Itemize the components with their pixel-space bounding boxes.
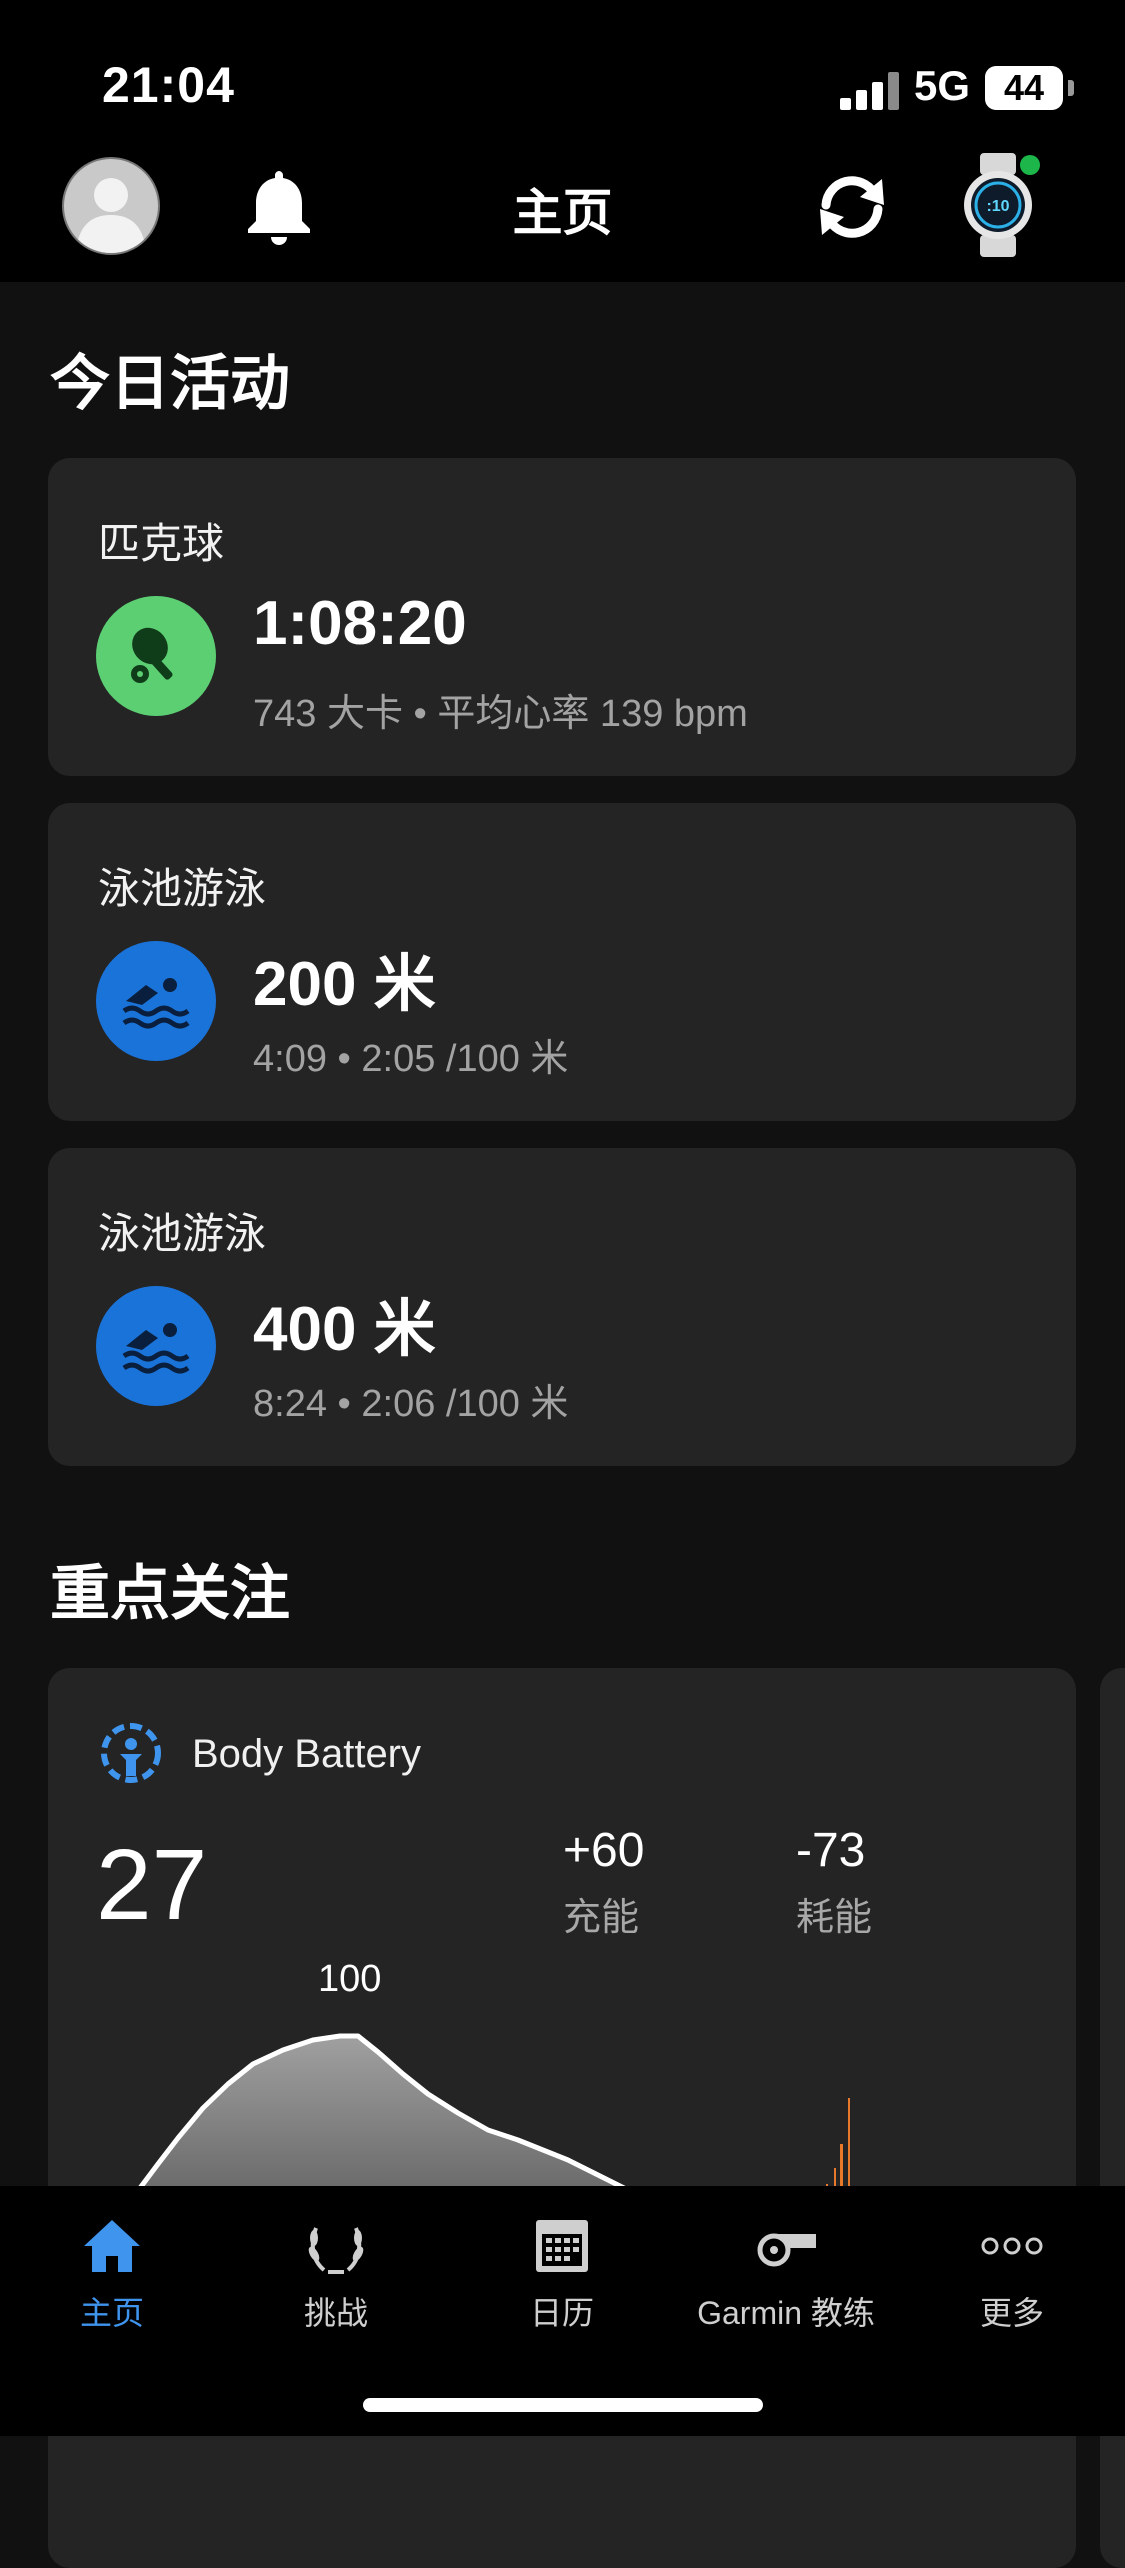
drained-value: -73	[796, 1824, 866, 1877]
activity-name: 泳池游泳	[98, 865, 267, 912]
highlights-section-title: 重点关注	[50, 1560, 290, 1627]
body-battery-value: 27	[96, 1829, 208, 1941]
status-time: 21:04	[102, 57, 235, 113]
home-indicator[interactable]	[363, 2398, 763, 2412]
page-title: 主页	[512, 185, 613, 241]
tab-label: 挑战	[303, 2295, 368, 2331]
svg-text::10: :10	[986, 198, 1009, 215]
body-battery-title: Body Battery	[192, 1732, 422, 1776]
tab-label: 日历	[529, 2295, 594, 2331]
activity-details: 4:09 • 2:05 /100 米	[253, 1038, 569, 1080]
sync-icon[interactable]	[810, 165, 894, 249]
battery-level: 44	[985, 66, 1063, 110]
tab-home[interactable]: 主页	[12, 2216, 212, 2334]
tab-label: Garmin 教练	[697, 2295, 875, 2331]
today-section-title: 今日活动	[50, 350, 290, 417]
activity-card-pool-swim-2[interactable]: 泳池游泳 400 米 8:24 • 2:06 /100 米	[48, 1148, 1076, 1466]
network-type: 5G	[914, 62, 971, 109]
home-icon	[84, 2220, 140, 2272]
device-connected-indicator	[1020, 155, 1040, 175]
tab-garmin-coach[interactable]: Garmin 教练	[686, 2216, 886, 2334]
tab-label: 更多	[979, 2295, 1044, 2331]
activity-duration: 1:08:20	[253, 589, 467, 658]
drained-label: 耗能	[796, 1897, 873, 1939]
cellular-signal-icon	[840, 72, 900, 110]
tab-label: 主页	[79, 2295, 144, 2331]
pickleball-icon	[96, 596, 216, 716]
battery-tip	[1068, 80, 1074, 96]
laurel-icon	[308, 2227, 364, 2274]
charged-value: +60	[563, 1824, 645, 1877]
tab-more[interactable]: 更多	[912, 2216, 1112, 2334]
top-bar: 主页 :10	[0, 145, 1125, 282]
tab-calendar[interactable]: 日历	[462, 2216, 662, 2334]
tab-challenges[interactable]: 挑战	[236, 2216, 436, 2334]
activity-name: 匹克球	[98, 520, 225, 567]
activity-details: 8:24 • 2:06 /100 米	[253, 1383, 569, 1425]
activity-distance: 200 米	[253, 950, 436, 1019]
activity-card-pickleball[interactable]: 匹克球 1:08:20 743 大卡 • 平均心率 139 bpm	[48, 458, 1076, 776]
activity-details: 743 大卡 • 平均心率 139 bpm	[253, 693, 748, 735]
swim-icon	[96, 941, 216, 1061]
activity-distance: 400 米	[253, 1295, 436, 1364]
charged-label: 充能	[563, 1897, 640, 1939]
swim-icon	[96, 1286, 216, 1406]
whistle-icon	[757, 2233, 816, 2267]
more-icon	[981, 2237, 1043, 2255]
activity-name: 泳池游泳	[98, 1210, 267, 1257]
status-bar: 21:04 5G 44	[0, 0, 1125, 145]
body-battery-icon	[101, 1723, 161, 1783]
activity-card-pool-swim-1[interactable]: 泳池游泳 200 米 4:09 • 2:05 /100 米	[48, 803, 1076, 1121]
calendar-icon	[536, 2220, 588, 2272]
